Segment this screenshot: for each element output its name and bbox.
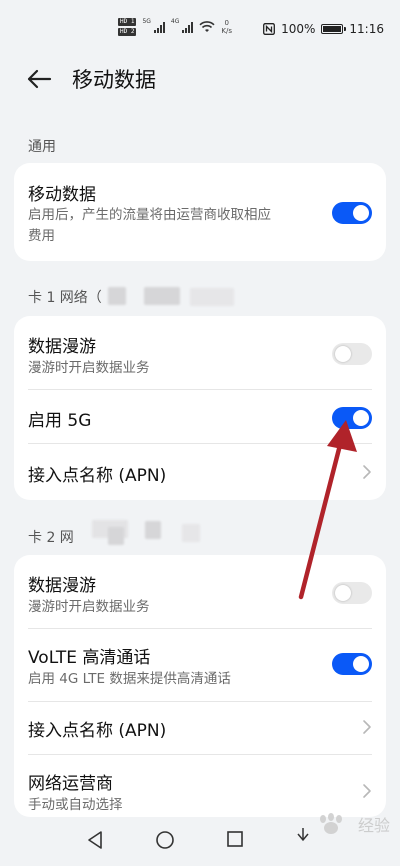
sim1-apn-title: 接入点名称 (APN) [28, 466, 167, 486]
signal-icon-sim2 [182, 21, 194, 33]
network-type-label-2: 4G [170, 18, 180, 25]
sim1-roaming-row[interactable]: 数据漫游 漫游时开启数据业务 [14, 316, 386, 388]
section-header-general: 通用 [28, 139, 56, 155]
chevron-right-icon [363, 465, 371, 479]
sim2-apn-title: 接入点名称 (APN) [28, 721, 167, 741]
mobile-data-row[interactable]: 移动数据 启用后，产生的流量将由运营商收取相应 费用 [14, 163, 386, 261]
battery-fill [323, 26, 342, 32]
status-bar: HD 1 HD 2 5G 4G 0 K/s 100% 11:16 [0, 0, 400, 48]
nav-dropdown-icon[interactable] [296, 828, 310, 850]
chevron-right-icon [363, 784, 371, 798]
signal-icon-sim1 [153, 21, 165, 33]
redacted-block [182, 524, 200, 542]
enable-5g-row[interactable]: 启用 5G [14, 390, 386, 443]
nav-recents-icon[interactable] [226, 830, 244, 848]
wifi-icon [199, 21, 215, 32]
volte-row[interactable]: VoLTE 高清通话 启用 4G LTE 数据来提供高清通话 [14, 629, 386, 701]
sim2-roaming-row[interactable]: 数据漫游 漫游时开启数据业务 [14, 555, 386, 627]
operator-title: 网络运营商 [28, 774, 113, 794]
redacted-block [108, 527, 124, 545]
sim1-hd-badge: HD 1 [118, 18, 137, 26]
card-sim2: 数据漫游 漫游时开启数据业务 VoLTE 高清通话 启用 4G LTE 数据来提… [14, 555, 386, 817]
volte-toggle[interactable] [332, 653, 372, 675]
sim2-roaming-toggle[interactable] [332, 582, 372, 604]
nfc-icon [263, 23, 276, 35]
mobile-data-toggle[interactable] [332, 202, 372, 224]
operator-row[interactable]: 网络运营商 手动或自动选择 [14, 755, 386, 817]
battery-percent: 100% [281, 22, 316, 36]
nav-home-icon[interactable] [155, 830, 175, 850]
app-bar: 移动数据 [0, 54, 400, 106]
section-header-sim2: 卡 2 网 [28, 530, 74, 546]
card-general: 移动数据 启用后，产生的流量将由运营商收取相应 费用 [14, 163, 386, 261]
network-type-label: 5G [142, 18, 151, 25]
section-header-sim1: 卡 1 网络（ [28, 290, 102, 306]
mobile-data-subtitle-line1: 启用后，产生的流量将由运营商收取相应 [28, 207, 271, 223]
volte-title: VoLTE 高清通话 [28, 648, 151, 668]
volte-subtitle: 启用 4G LTE 数据来提供高清通话 [28, 671, 231, 687]
enable-5g-toggle[interactable] [332, 407, 372, 429]
watermark-text: 经验 [357, 816, 390, 835]
speed-value: 0 [224, 19, 229, 27]
sim2-roaming-title: 数据漫游 [28, 576, 96, 596]
status-left: HD 1 HD 2 5G 4G 0 K/s [118, 18, 232, 36]
redacted-block [190, 288, 234, 306]
network-speed: 0 K/s [221, 19, 232, 35]
sim1-roaming-toggle[interactable] [332, 343, 372, 365]
card-sim1: 数据漫游 漫游时开启数据业务 启用 5G 接入点名称 (APN) [14, 316, 386, 500]
sim2-hd-badge: HD 2 [118, 28, 137, 36]
status-right: 100% 11:16 [263, 22, 384, 36]
operator-subtitle: 手动或自动选择 [28, 797, 123, 813]
nav-back-icon[interactable] [86, 830, 104, 850]
sim1-roaming-subtitle: 漫游时开启数据业务 [28, 360, 150, 376]
chevron-right-icon [363, 720, 371, 734]
page-title: 移动数据 [72, 68, 156, 92]
mobile-data-title: 移动数据 [28, 185, 96, 205]
back-arrow-icon[interactable] [26, 66, 52, 92]
sim1-apn-row[interactable]: 接入点名称 (APN) [14, 444, 386, 500]
sim1-roaming-title: 数据漫游 [28, 337, 96, 357]
clock: 11:16 [349, 22, 384, 36]
watermark: 经验 [314, 812, 390, 836]
redacted-block [145, 521, 161, 539]
mobile-data-subtitle-line2: 费用 [28, 228, 55, 244]
redacted-block [108, 287, 126, 305]
redacted-block [144, 287, 180, 305]
paw-logo-icon [319, 813, 342, 834]
enable-5g-title: 启用 5G [28, 411, 92, 431]
sim2-roaming-subtitle: 漫游时开启数据业务 [28, 599, 150, 615]
battery-icon [321, 24, 347, 34]
sim2-apn-row[interactable]: 接入点名称 (APN) [14, 702, 386, 754]
speed-unit: K/s [221, 27, 232, 35]
sim-badges: HD 1 HD 2 [118, 18, 137, 36]
